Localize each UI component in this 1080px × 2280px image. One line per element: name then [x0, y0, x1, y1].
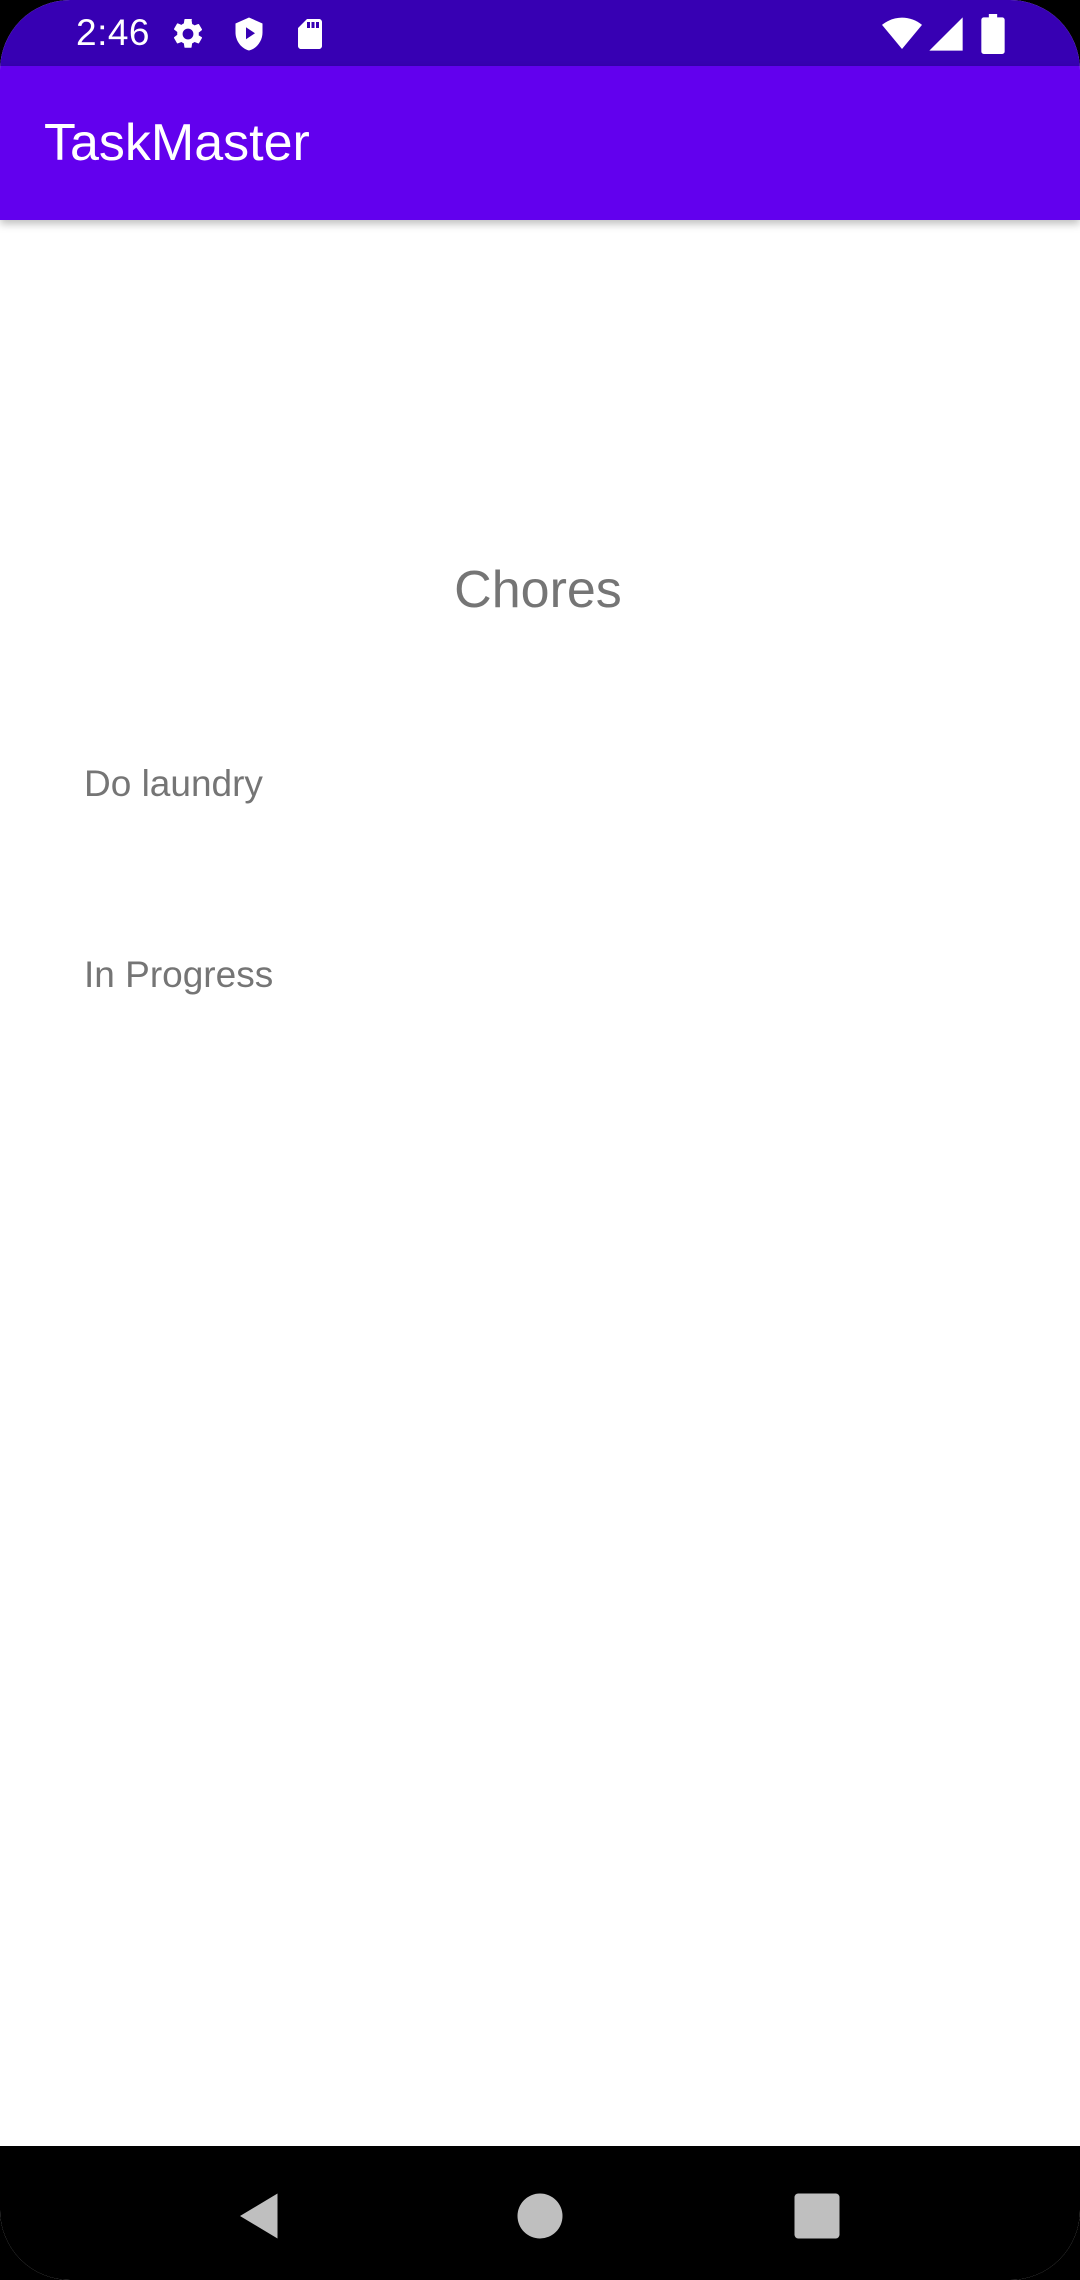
- home-icon[interactable]: [510, 2186, 570, 2246]
- app-bar: TaskMaster: [0, 66, 1080, 220]
- app-title: TaskMaster: [44, 114, 310, 172]
- battery-icon: [978, 14, 1008, 54]
- task-title: Chores: [454, 561, 622, 619]
- recents-icon[interactable]: [787, 2186, 847, 2246]
- task-state: In Progress: [84, 954, 274, 995]
- navigation-bar: [0, 2146, 1080, 2280]
- sd-card-icon: [292, 16, 328, 52]
- back-icon[interactable]: [230, 2186, 290, 2246]
- task-detail-content: Chores Do laundry In Progress: [0, 220, 1080, 2146]
- status-bar: 2:46: [0, 0, 1080, 66]
- status-time: 2:46: [76, 12, 151, 53]
- wifi-icon: [882, 14, 922, 54]
- settings-icon: [170, 16, 206, 52]
- phone-screen: 2:46 TaskMaster Chores Do laundry In Pro…: [0, 0, 1080, 2280]
- signal-icon: [926, 14, 966, 54]
- play-protect-icon: [231, 16, 267, 52]
- task-body: Do laundry: [84, 763, 263, 804]
